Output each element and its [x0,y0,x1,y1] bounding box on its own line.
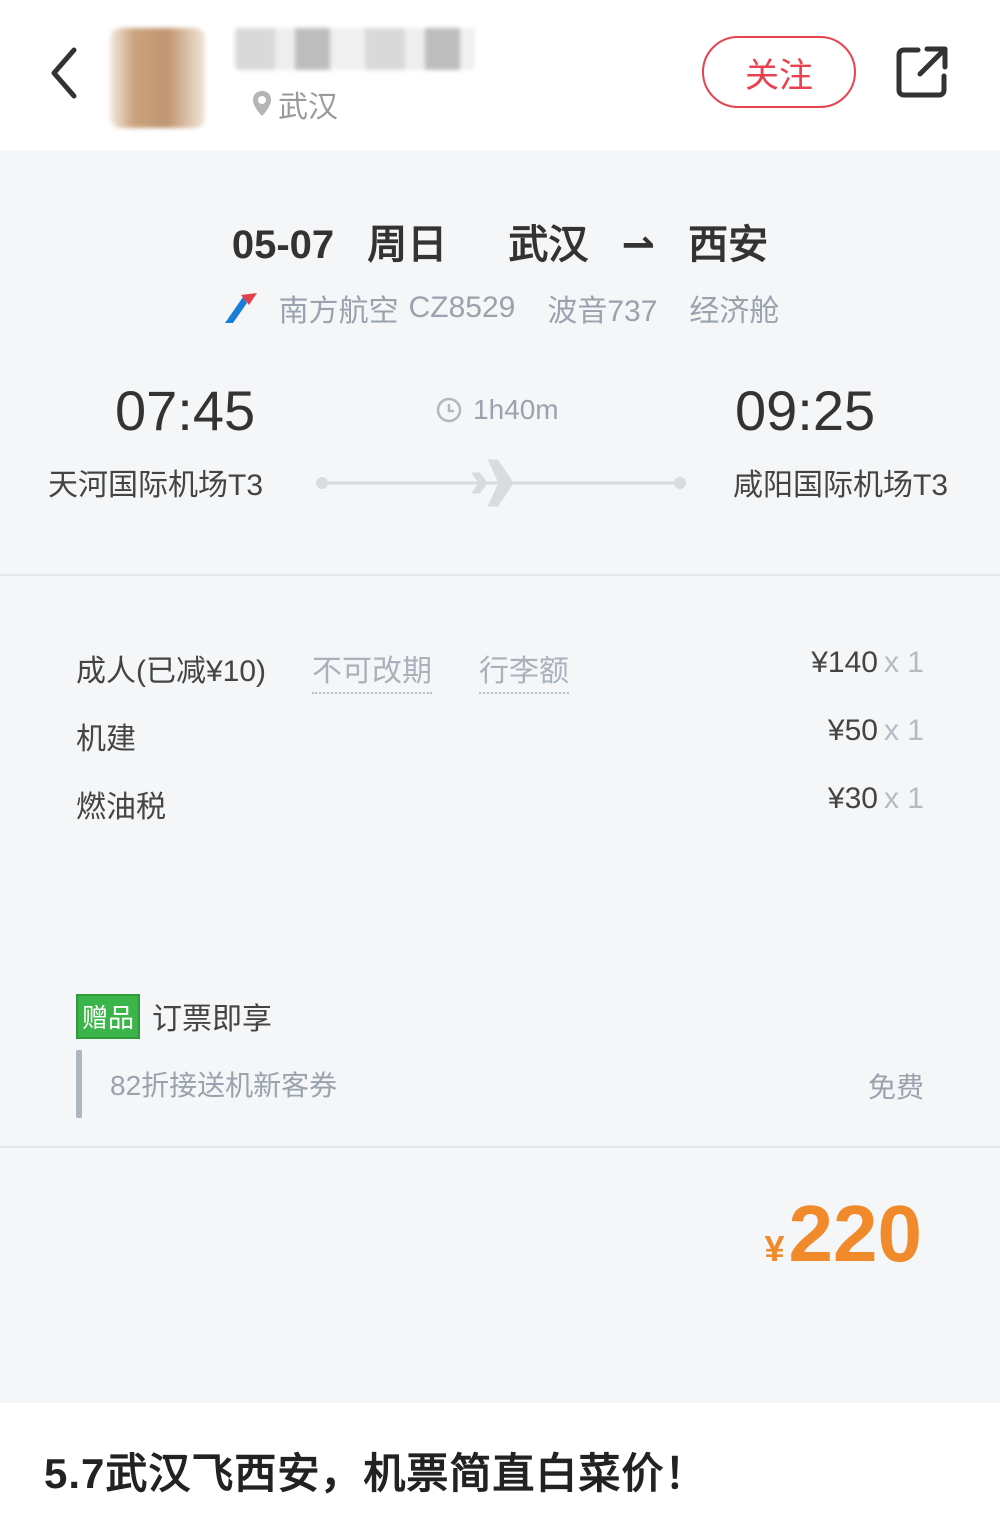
gift-row: 赠品 订票即享 [76,993,273,1039]
price-row-fuel: 燃油税 ¥30 x 1 [76,782,924,824]
baggage-tag[interactable]: 行李额 [479,646,569,694]
plane-icon [471,459,522,507]
clock-icon [436,397,462,423]
adult-price: ¥140 x 1 [811,646,924,680]
coupon-price: 免费 [867,1072,924,1103]
to-city: 西安 [688,223,769,267]
author-location: 武汉 [250,84,338,124]
total-amount: 220 [788,1189,922,1278]
price-row-adult: 成人(已减¥10) 不可改期 行李额 ¥140 x 1 [76,646,924,694]
aircraft-type: 波音737 [547,295,658,328]
flight-date: 05-07 [231,223,335,267]
follow-button[interactable]: 关注 [702,36,856,108]
flight-path [316,459,686,507]
departure-time: 07:45 [115,379,256,442]
fuel-price: ¥30 x 1 [828,782,924,816]
divider [0,574,1000,576]
total-price: ¥ 220 [764,1188,922,1280]
flight-summary: 05-07 周日 武汉 ⇀ 西安 南方航空 CZ8529 波音737 经济舱 0… [0,150,1000,575]
no-change-tag[interactable]: 不可改期 [312,646,432,694]
route-arrow-icon: ⇀ [621,223,656,267]
fuel-qty: x 1 [883,782,924,815]
adult-label: 成人(已减¥10) [76,655,267,688]
airport-fee-qty: x 1 [883,714,924,747]
airport-fee-amount: ¥50 [827,714,878,747]
back-icon [51,47,77,99]
post-header: 武汉 关注 [0,0,1000,150]
airline-logo-icon [224,293,257,323]
fuel-amount: ¥30 [827,782,878,815]
airport-fee-price: ¥50 x 1 [828,714,924,748]
arrival-time: 09:25 [735,379,876,442]
username-blurred[interactable] [235,28,475,70]
post-caption: 5.7武汉飞西安，机票简直白菜价！ [44,1450,708,1497]
gift-badge: 赠品 [76,993,141,1039]
fuel-label: 燃油税 [76,791,166,824]
cabin-class: 经济舱 [689,295,780,328]
gift-title: 订票即享 [152,1003,273,1036]
avatar[interactable] [110,28,205,128]
flight-duration: 1h40m [435,394,559,426]
adult-amount: ¥140 [811,646,878,679]
arrival-airport: 咸阳国际机场T3 [733,469,949,502]
divider [0,1146,1000,1148]
back-button[interactable] [40,38,90,108]
from-city: 武汉 [508,223,589,267]
airport-fee-label: 机建 [76,723,136,756]
total-currency: ¥ [764,1228,785,1269]
airline-info: 南方航空 CZ8529 波音737 经济舱 [0,286,1000,330]
airline-name: 南方航空 [278,295,399,328]
share-icon [896,46,948,98]
coupon-row: 82折接送机新客券 免费 [76,1050,924,1118]
duration-text: 1h40m [473,394,559,425]
flight-number: CZ8529 [408,291,516,324]
flight-weekday: 周日 [367,223,448,267]
adult-qty: x 1 [883,646,924,679]
location-pin-icon [253,91,271,116]
share-button[interactable] [892,42,952,102]
ticket-card: 05-07 周日 武汉 ⇀ 西安 南方航空 CZ8529 波音737 经济舱 0… [0,150,1000,1403]
coupon-accent-bar [76,1050,82,1118]
price-row-airport-fee: 机建 ¥50 x 1 [76,714,924,756]
departure-airport: 天河国际机场T3 [48,469,264,502]
route-title: 05-07 周日 武汉 ⇀ 西安 [0,212,1000,270]
location-text: 武汉 [278,91,338,124]
coupon-text: 82折接送机新客券 [110,1070,338,1101]
